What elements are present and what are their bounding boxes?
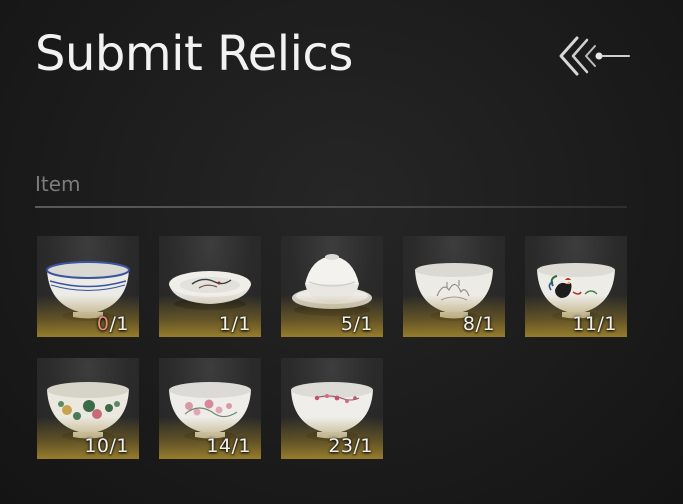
relic-count-have: 14: [206, 435, 232, 457]
relic-count: 5/1: [340, 313, 373, 335]
relic-count-need: 1: [238, 435, 251, 457]
relic-count: 0/1: [96, 313, 129, 335]
relic-slot[interactable]: 5/1: [281, 236, 383, 337]
section-label: Item: [35, 172, 81, 196]
relic-count-have: 23: [328, 435, 354, 457]
relic-count-need: 1: [116, 435, 129, 457]
relic-slot[interactable]: 23/1: [281, 358, 383, 459]
relic-count-need: 1: [360, 313, 373, 335]
relic-count-have: 11: [572, 313, 598, 335]
relic-count-have: 8: [462, 313, 476, 335]
page-title: Submit Relics: [35, 26, 353, 82]
relic-count-need: 1: [238, 313, 251, 335]
relic-count-have: 5: [340, 313, 354, 335]
relic-count-have: 1: [218, 313, 232, 335]
section-divider: [35, 206, 627, 208]
double-chevron-left-icon: [559, 36, 630, 76]
relic-count-need: 1: [604, 313, 617, 335]
relic-slot[interactable]: 14/1: [159, 358, 261, 459]
relic-count-have: 10: [84, 435, 110, 457]
relic-slot[interactable]: 8/1: [403, 236, 505, 337]
relic-count: 10/1: [84, 435, 129, 457]
relic-slot[interactable]: 10/1: [37, 358, 139, 459]
relic-count: 1/1: [218, 313, 251, 335]
relic-slot[interactable]: 11/1: [525, 236, 627, 337]
relic-count-need: 1: [360, 435, 373, 457]
relic-count-have: 0: [96, 313, 110, 335]
relic-count: 23/1: [328, 435, 373, 457]
relic-count-need: 1: [116, 313, 129, 335]
relic-count: 14/1: [206, 435, 251, 457]
back-button[interactable]: [555, 30, 633, 82]
relic-count: 8/1: [462, 313, 495, 335]
relic-count-need: 1: [482, 313, 495, 335]
relic-count: 11/1: [572, 313, 617, 335]
relic-slot[interactable]: 1/1: [159, 236, 261, 337]
relic-slot[interactable]: 0/1: [37, 236, 139, 337]
